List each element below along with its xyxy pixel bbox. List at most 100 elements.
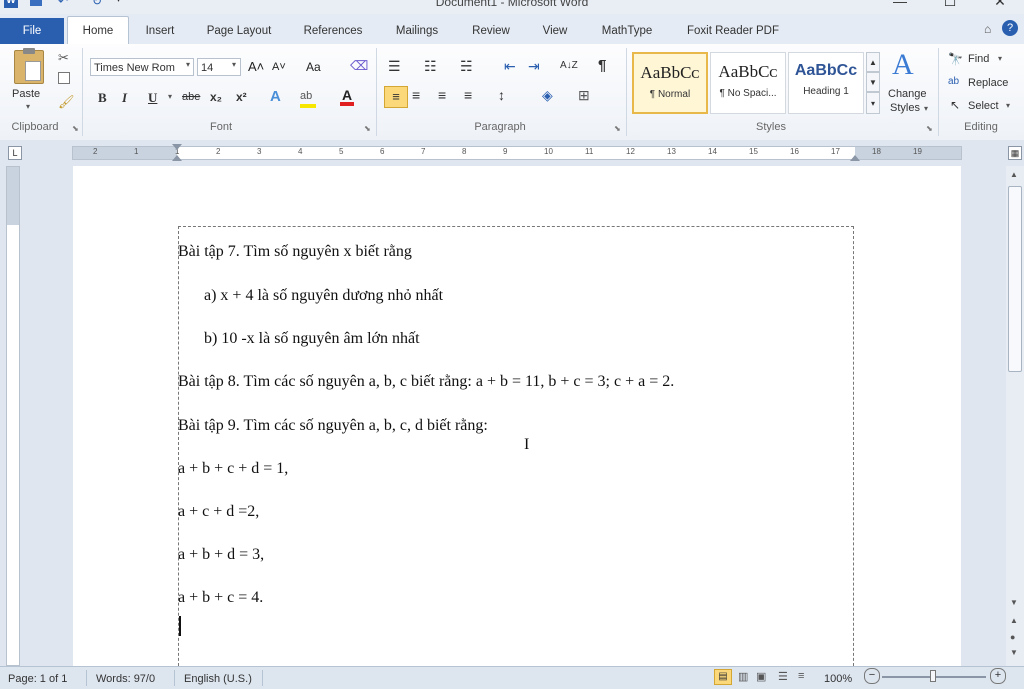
select-icon[interactable]: ↖ (950, 98, 960, 112)
change-styles-dropdown-icon[interactable]: ▾ (924, 104, 928, 113)
outline-view-icon[interactable]: ☰ (778, 670, 788, 683)
doc-line-4[interactable]: Bài tập 8. Tìm các số nguyên a, b, c biế… (178, 373, 674, 391)
copy-icon[interactable] (58, 72, 70, 84)
print-layout-view-icon[interactable]: ▤ (714, 669, 732, 685)
tab-page-layout[interactable]: Page Layout (198, 20, 280, 42)
align-right-icon[interactable]: ≡ (438, 87, 446, 103)
tab-review[interactable]: Review (462, 20, 520, 42)
align-left-icon[interactable]: ≡ (384, 86, 408, 108)
tab-foxit-reader-pdf[interactable]: Foxit Reader PDF (678, 20, 788, 42)
clear-formatting-icon[interactable]: ⌫ (350, 58, 368, 74)
full-screen-reading-view-icon[interactable]: ▥ (738, 670, 748, 683)
find-button[interactable]: Find (968, 53, 989, 65)
replace-button[interactable]: Replace (968, 77, 1008, 89)
italic-button[interactable]: I (122, 90, 127, 106)
tab-home[interactable]: Home (67, 16, 129, 45)
hanging-indent-marker[interactable] (172, 155, 182, 161)
doc-line-5[interactable]: Bài tập 9. Tìm các số nguyên a, b, c, d … (178, 417, 488, 435)
paste-icon[interactable] (14, 48, 44, 84)
help-icon[interactable]: ? (1002, 20, 1018, 36)
superscript-button[interactable]: x² (236, 90, 247, 104)
doc-line-9[interactable]: a + b + c = 4. (178, 589, 263, 607)
font-color-icon[interactable]: A (340, 88, 354, 106)
cut-icon[interactable]: ✂ (58, 50, 69, 66)
numbering-icon[interactable]: ☷ (424, 58, 437, 75)
clipboard-dialog-launcher-icon[interactable]: ⬊ (72, 124, 79, 133)
vertical-ruler[interactable] (6, 166, 20, 666)
tab-selector-icon[interactable]: L (8, 146, 22, 160)
format-painter-icon[interactable]: 🖌 (58, 94, 75, 110)
zoom-in-button[interactable]: + (990, 668, 1006, 684)
change-styles-icon[interactable]: A (892, 48, 914, 82)
doc-line-6[interactable]: a + b + c + d = 1, (178, 460, 288, 478)
first-line-indent-marker[interactable] (172, 144, 182, 150)
tab-references[interactable]: References (294, 20, 372, 42)
scrollbar-thumb[interactable] (1008, 186, 1022, 372)
sort-button[interactable]: A↓Z (560, 60, 578, 71)
text-highlight-icon[interactable]: ab (300, 90, 316, 108)
status-page-count[interactable]: Page: 1 of 1 (8, 672, 67, 686)
increase-indent-icon[interactable]: ⇥ (528, 58, 540, 75)
line-spacing-icon[interactable]: ↕ (498, 87, 505, 103)
doc-line-1[interactable]: Bài tập 7. Tìm số nguyên x biết rằng (178, 243, 412, 261)
select-dropdown-icon[interactable]: ▾ (1006, 101, 1010, 110)
zoom-level[interactable]: 100% (824, 672, 852, 686)
doc-line-7[interactable]: a + c + d =2, (178, 503, 259, 521)
tab-insert[interactable]: Insert (136, 20, 184, 42)
justify-icon[interactable]: ≡ (464, 87, 472, 103)
paste-dropdown-icon[interactable]: ▾ (26, 102, 30, 111)
bold-button[interactable]: B (98, 90, 107, 106)
change-case-button[interactable]: Aa (306, 60, 321, 74)
styles-scroll-up-icon[interactable]: ▲ (866, 52, 880, 72)
shrink-font-button[interactable]: A˅ (272, 61, 286, 73)
tab-mailings[interactable]: Mailings (386, 20, 448, 42)
doc-line-8[interactable]: a + b + d = 3, (178, 546, 264, 564)
paste-button[interactable]: Paste (12, 88, 40, 100)
ribbon-minimize-icon[interactable]: ⌂ (984, 22, 991, 36)
tab-view[interactable]: View (532, 20, 578, 42)
view-ruler-icon[interactable]: ▦ (1008, 146, 1022, 160)
style-heading-1[interactable]: AaBbCᴄ Heading 1 (788, 52, 864, 114)
bullets-icon[interactable]: ☰ (388, 58, 401, 75)
tab-mathtype[interactable]: MathType (590, 20, 664, 42)
web-layout-view-icon[interactable]: ▣ (756, 670, 766, 683)
font-dialog-launcher-icon[interactable]: ⬊ (364, 124, 371, 133)
maximize-button[interactable]: ☐ (930, 0, 970, 11)
styles-dialog-launcher-icon[interactable]: ⬊ (926, 124, 933, 133)
borders-icon[interactable]: ⊞ (578, 87, 590, 104)
find-icon[interactable]: 🔭 (948, 52, 963, 66)
align-center-icon[interactable]: ≡ (412, 87, 420, 103)
find-dropdown-icon[interactable]: ▾ (998, 54, 1002, 63)
minimize-button[interactable]: — (880, 0, 920, 11)
draft-view-icon[interactable]: ≡ (798, 670, 804, 682)
subscript-button[interactable]: x₂ (210, 90, 222, 104)
change-styles-label-1[interactable]: Change (888, 88, 927, 100)
tab-file[interactable]: File (0, 18, 64, 44)
zoom-slider-thumb[interactable] (930, 670, 936, 682)
font-name-combo[interactable]: Times New Rom (90, 58, 194, 76)
select-button[interactable]: Select (968, 100, 999, 112)
zoom-out-button[interactable]: − (864, 668, 880, 684)
styles-scroll-down-icon[interactable]: ▼ (866, 72, 880, 92)
horizontal-ruler[interactable]: 2 1 1 2 3 4 5 6 7 8 9 10 11 12 13 14 15 16 17 18 19 (72, 146, 962, 160)
right-indent-marker[interactable] (850, 155, 860, 161)
decrease-indent-icon[interactable]: ⇤ (504, 58, 516, 75)
paragraph-dialog-launcher-icon[interactable]: ⬊ (614, 124, 621, 133)
scroll-down-icon[interactable]: ▼ (1010, 598, 1018, 607)
doc-line-2[interactable]: a) x + 4 là số nguyên dương nhỏ nhất (204, 287, 443, 305)
status-word-count[interactable]: Words: 97/0 (96, 672, 155, 686)
show-formatting-button[interactable]: ¶ (598, 57, 606, 74)
grow-font-button[interactable]: A˄ (248, 59, 264, 74)
scroll-up-icon[interactable]: ▲ (1010, 170, 1018, 179)
browse-object-icon[interactable]: ● (1010, 632, 1015, 642)
replace-icon[interactable]: ab (948, 76, 959, 87)
next-page-icon[interactable]: ▼ (1010, 648, 1018, 657)
close-button[interactable]: ✕ (980, 0, 1020, 11)
font-size-dropdown-icon[interactable]: ▾ (232, 60, 236, 69)
multilevel-list-icon[interactable]: ☵ (460, 58, 473, 75)
font-name-dropdown-icon[interactable]: ▾ (186, 60, 190, 69)
styles-more-icon[interactable]: ▾ (866, 92, 880, 114)
shading-icon[interactable]: ◈ (542, 87, 553, 104)
underline-dropdown-icon[interactable]: ▾ (168, 92, 172, 101)
doc-line-3[interactable]: b) 10 -x là số nguyên âm lớn nhất (204, 330, 420, 348)
